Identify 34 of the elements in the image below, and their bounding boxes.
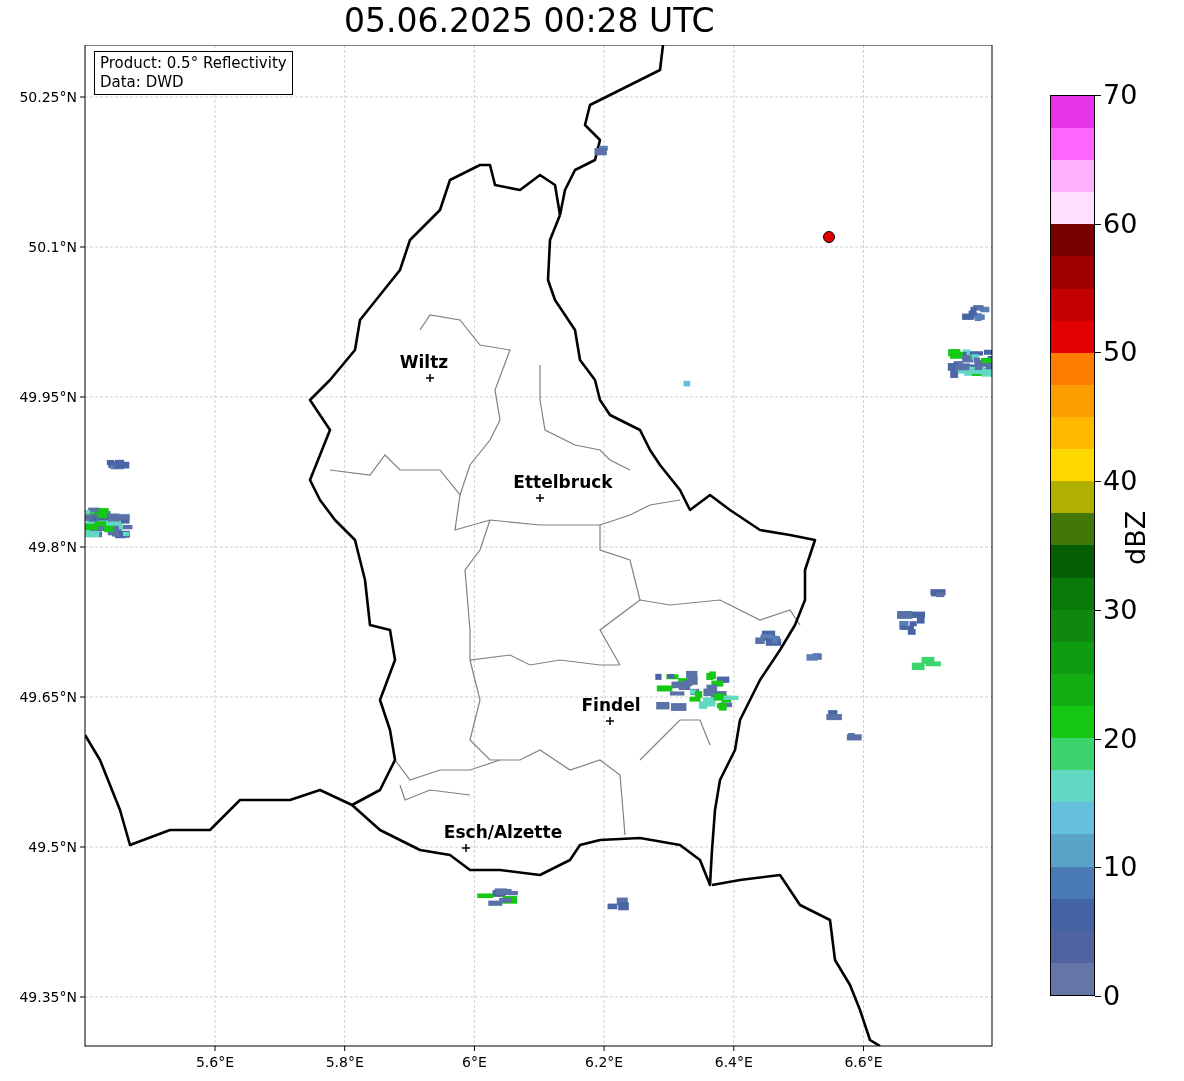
city-marker-icon: [461, 843, 471, 853]
longitude-label: 5.8°E: [325, 1054, 364, 1070]
longitude-label: 6.6°E: [844, 1054, 883, 1070]
latitude-label: 49.95°N: [19, 389, 77, 405]
longitude-label: 6.4°E: [714, 1054, 753, 1070]
info-text: Product: 0.5° Reflectivity: [100, 54, 287, 73]
colorbar-tick-label: 30: [1103, 594, 1138, 625]
city-label: Findel: [581, 695, 641, 715]
colorbar-tick-label: 20: [1103, 723, 1138, 754]
longitude-label: 5.6°E: [195, 1054, 235, 1070]
colorbar-tick-label: 10: [1103, 852, 1138, 883]
longitude-label: 6.2°E: [585, 1054, 624, 1070]
colorbar-tick-label: 40: [1103, 466, 1138, 497]
colorbar-tick-label: 50: [1103, 337, 1138, 368]
latitude-label: 50.25°N: [19, 89, 77, 105]
latitude-label: 49.65°N: [19, 689, 77, 705]
latitude-label: 49.8°N: [28, 539, 77, 555]
city-marker-icon: [605, 716, 615, 726]
location-marker-icon: [823, 231, 835, 243]
longitude-label: 6°E: [462, 1054, 487, 1070]
city-label: Wiltz: [399, 352, 449, 372]
latitude-label: 50.1°N: [28, 239, 77, 255]
city-label: Esch/Alzette: [443, 822, 563, 842]
colorbar-tick-label: 60: [1103, 208, 1138, 239]
city-label: Ettelbruck: [513, 472, 613, 492]
city-marker-icon: [535, 493, 545, 503]
chart-title: 05.06.2025 00:28 UTC: [343, 0, 716, 42]
latitude-label: 49.5°N: [28, 839, 77, 855]
colorbar-tick-label: 0: [1103, 981, 1121, 1011]
info-text: Data: DWD: [100, 73, 185, 92]
colorbar-label: dBZ: [1120, 510, 1151, 565]
colorbar-tick-label: 70: [1103, 80, 1138, 110]
city-marker-icon: [425, 373, 435, 383]
latitude-label: 49.35°N: [19, 989, 77, 1005]
